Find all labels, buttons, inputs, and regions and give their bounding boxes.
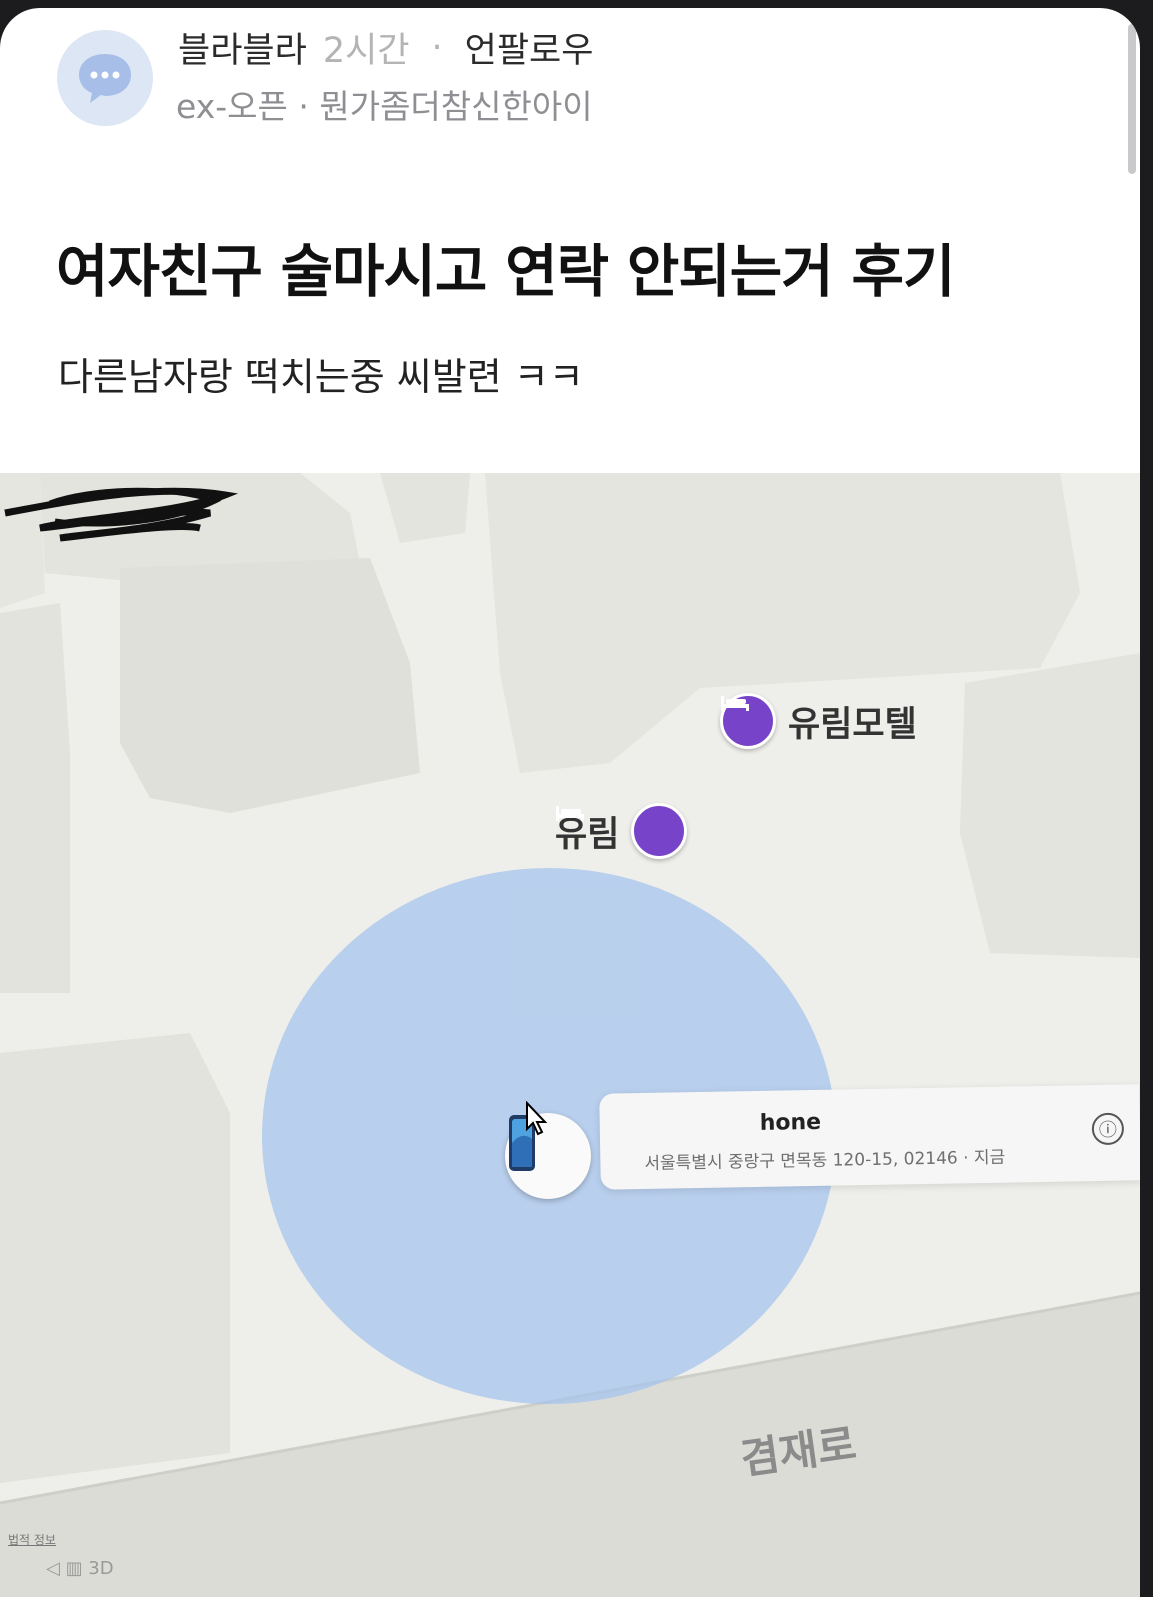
cursor-icon [526,1101,548,1136]
chat-bubble-icon [79,54,131,103]
map-controls[interactable]: ◁ ▥ 3D [46,1558,114,1579]
redaction-scribble [4,487,239,542]
post-body: 다른남자랑 떡치는중 씨발련 ㅋㅋ [58,355,584,399]
device-name: hone [759,1109,822,1136]
poi-yurim[interactable]: 유림 [555,803,688,859]
bed-icon [720,693,776,749]
poi-motel[interactable]: 유림모텔 [720,693,917,749]
scrollbar[interactable] [1128,24,1136,174]
device-location-pin[interactable] [505,1113,591,1199]
unfollow-button[interactable]: 언팔로우 [465,22,594,73]
map-photo: 유림모텔 유림 hone 서울특별시 중랑구 면목동 120-15, 02146… [0,473,1140,1597]
board-info[interactable]: ex-오픈 · 뭔가좀더참신한아이 [176,80,593,128]
post-time: 2시간 [322,31,410,71]
author-name[interactable]: 블라블라 [178,22,307,73]
post-meta: 블라블라 2시간 · 언팔로우 [178,22,593,73]
legal-link[interactable]: 법적 정보 [8,1531,56,1548]
post-title: 여자친구 술마시고 연락 안되는거 후기 [56,239,955,305]
post-card: 블라블라 2시간 · 언팔로우 ex-오픈 · 뭔가좀더참신한아이 여자친구 술… [0,8,1140,1597]
poi-label: 유림모텔 [788,704,917,745]
avatar[interactable] [57,30,153,126]
meta-separator: · [431,27,443,68]
bed-icon [556,803,688,859]
device-address: 서울특별시 중랑구 면목동 120-15, 02146 · 지금 [644,1147,1006,1174]
info-icon[interactable]: ⓘ [1091,1112,1125,1146]
device-callout[interactable]: hone 서울특별시 중랑구 면목동 120-15, 02146 · 지금 ⓘ [599,1084,1140,1190]
